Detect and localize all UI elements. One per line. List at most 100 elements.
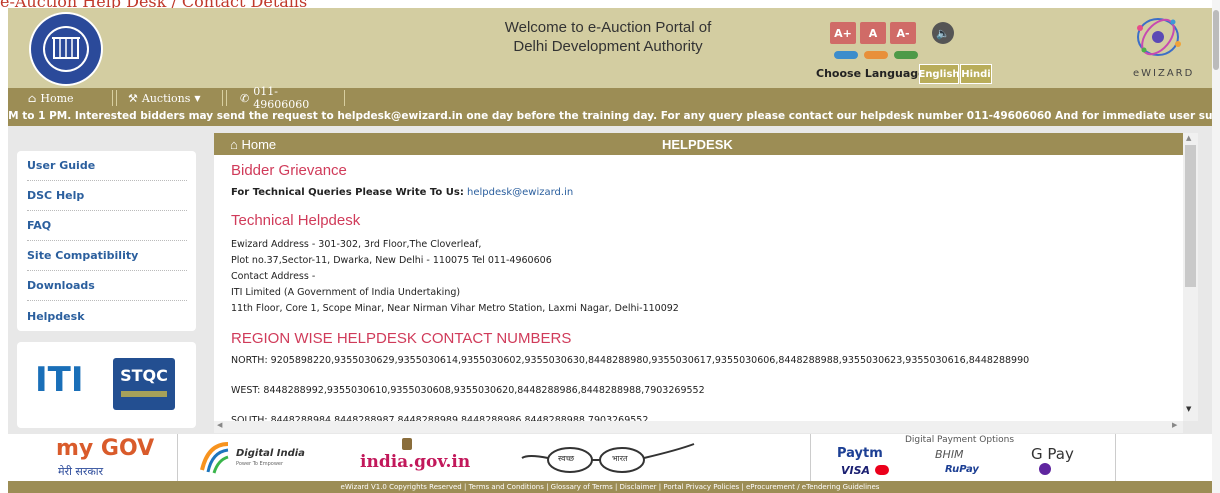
choose-language-label: Choose Language : bbox=[816, 67, 934, 80]
region-heading: REGION WISE HELPDESK CONTACT NUMBERS bbox=[231, 330, 572, 347]
nav-divider bbox=[116, 90, 117, 106]
gavel-icon: ⚒ bbox=[128, 91, 138, 105]
panel-home-link[interactable]: ⌂ Home bbox=[230, 137, 276, 152]
stqc-logo: STQC bbox=[113, 358, 175, 410]
sidebar-item-downloads[interactable]: Downloads bbox=[27, 271, 187, 301]
caret-down-icon: ▼ bbox=[194, 93, 201, 103]
theme-blue-button[interactable] bbox=[834, 51, 858, 59]
digital-india-text: Digital India bbox=[236, 448, 305, 459]
india-gov-logo[interactable]: india.gov.in bbox=[338, 438, 498, 478]
welcome-line-2: Delhi Development Authority bbox=[513, 38, 703, 55]
main-nav: ⌂ Home ⚒ Auctions ▼ ✆ 011-49606060 bbox=[8, 85, 1212, 111]
nav-phone[interactable]: ✆ 011-49606060 bbox=[230, 85, 342, 111]
address-line: Contact Address - bbox=[231, 271, 316, 282]
english-button[interactable]: English bbox=[918, 64, 960, 84]
mastercard-icon bbox=[875, 465, 889, 475]
payment-title: Digital Payment Options bbox=[905, 435, 1015, 445]
rupay-logo: RuPay bbox=[945, 464, 979, 475]
footer-logos: my GOV मेरी सरकार Digital India Power To… bbox=[8, 434, 1212, 481]
nav-divider bbox=[112, 90, 113, 106]
sidebar: User Guide DSC Help FAQ Site Compatibili… bbox=[17, 151, 196, 331]
top-strip-text: e-Auction Help Desk / Contact Details bbox=[0, 0, 307, 8]
partner-logos: ITI STQC bbox=[17, 342, 196, 428]
helpdesk-content: Bidder Grievance For Technical Queries P… bbox=[214, 155, 1183, 425]
font-decrease-button[interactable]: A- bbox=[890, 22, 916, 44]
ewizard-logo-icon bbox=[1137, 18, 1181, 56]
top-strip: e-Auction Help Desk / Contact Details bbox=[0, 0, 1220, 8]
phone-icon: ✆ bbox=[240, 91, 250, 105]
announcement-ticker: AM to 1 PM. Interested bidders may send … bbox=[8, 108, 1212, 126]
mygov-hindi-text: मेरी सरकार bbox=[58, 465, 104, 478]
panel-vertical-scrollbar[interactable]: ▲ ▼ bbox=[1183, 133, 1198, 421]
digital-india-logo[interactable]: Digital India Power To Empower bbox=[198, 440, 328, 476]
west-numbers: WEST: 8448288992,9355030610,9355030608,9… bbox=[231, 385, 705, 396]
scroll-right-arrow-icon[interactable]: ▶ bbox=[1172, 421, 1177, 429]
stqc-logo-strip bbox=[121, 391, 167, 397]
sidebar-item-site-compatibility[interactable]: Site Compatibility bbox=[27, 241, 187, 271]
address-line: ITI Limited (A Government of India Under… bbox=[231, 287, 461, 298]
gpay-logo: G Pay bbox=[1031, 445, 1074, 463]
panel-home-label: Home bbox=[241, 137, 277, 152]
welcome-title: Welcome to e-Auction Portal of Delhi Dev… bbox=[368, 18, 848, 56]
mygov-logo-text: my GOV bbox=[56, 436, 155, 461]
gov-logos-strip: Digital India Power To Empower india.gov… bbox=[178, 434, 818, 481]
home-icon: ⌂ bbox=[230, 137, 238, 152]
north-numbers: NORTH: 9205898220,9355030629,9355030614,… bbox=[231, 355, 1030, 366]
stqc-logo-text: STQC bbox=[120, 366, 168, 385]
visa-logo: VISA bbox=[841, 464, 871, 477]
ticker-text: AM to 1 PM. Interested bidders may send … bbox=[8, 110, 1212, 122]
paytm-logo: Paytm bbox=[837, 446, 883, 461]
swachh-bharat-logo[interactable]: स्वच्छ भारत bbox=[518, 440, 698, 476]
bhim-logo: BHIM bbox=[935, 448, 964, 461]
nav-divider bbox=[222, 90, 223, 106]
page-scroll-thumb[interactable] bbox=[1213, 10, 1219, 70]
panel-horizontal-scrollbar[interactable]: ◀ ▶ bbox=[214, 421, 1183, 433]
page-scrollbar[interactable] bbox=[1212, 0, 1220, 493]
digital-india-tagline: Power To Empower bbox=[236, 461, 284, 467]
nav-home-label: Home bbox=[40, 91, 74, 105]
panel-header: ⌂ Home HELPDESK bbox=[214, 133, 1183, 155]
scroll-down-arrow-icon[interactable]: ▼ bbox=[1186, 405, 1191, 413]
sidebar-item-dsc-help[interactable]: DSC Help bbox=[27, 181, 187, 211]
address-line: Ewizard Address - 301-302, 3rd Floor,The… bbox=[231, 239, 482, 250]
theme-orange-button[interactable] bbox=[864, 51, 888, 59]
digital-payment-options: Digital Payment Options Paytm BHIM G Pay… bbox=[810, 434, 1116, 481]
hindi-button[interactable]: Hindi bbox=[960, 64, 992, 84]
scroll-left-arrow-icon[interactable]: ◀ bbox=[217, 421, 222, 429]
tech-queries-label: For Technical Queries Please Write To Us… bbox=[231, 187, 464, 198]
india-gov-text: india.gov.in bbox=[360, 452, 471, 472]
nav-divider bbox=[344, 90, 345, 106]
tech-queries-email[interactable]: helpdesk@ewizard.in bbox=[467, 187, 573, 198]
digital-india-icon bbox=[200, 442, 229, 474]
nav-auctions[interactable]: ⚒ Auctions ▼ bbox=[118, 88, 218, 108]
scroll-up-arrow-icon[interactable]: ▲ bbox=[1186, 134, 1191, 142]
bidder-grievance-heading: Bidder Grievance bbox=[231, 162, 347, 179]
address-line: Plot no.37,Sector-11, Dwarka, New Delhi … bbox=[231, 255, 552, 266]
scroll-thumb[interactable] bbox=[1185, 145, 1196, 287]
nav-auctions-label: Auctions bbox=[141, 91, 191, 105]
copyright-bar: eWizard V1.0 Copyrights Reserved | Terms… bbox=[8, 481, 1212, 493]
font-increase-button[interactable]: A+ bbox=[830, 22, 856, 44]
swachh-text: स्वच्छ bbox=[558, 454, 575, 463]
emblem-icon bbox=[402, 438, 412, 450]
font-normal-button[interactable]: A bbox=[860, 22, 886, 44]
header: Welcome to e-Auction Portal of Delhi Dev… bbox=[8, 8, 1212, 88]
theme-green-button[interactable] bbox=[894, 51, 918, 59]
sidebar-item-user-guide[interactable]: User Guide bbox=[27, 151, 187, 181]
iti-logo: ITI bbox=[35, 360, 84, 400]
speaker-icon[interactable]: 🔈 bbox=[932, 22, 954, 44]
sidebar-item-helpdesk[interactable]: Helpdesk bbox=[27, 301, 187, 331]
glasses-icon bbox=[521, 443, 695, 473]
dda-emblem-icon bbox=[29, 12, 103, 86]
phonepe-icon bbox=[1039, 463, 1051, 475]
home-icon: ⌂ bbox=[28, 91, 37, 105]
address-line: 11th Floor, Core 1, Scope Minar, Near Ni… bbox=[231, 303, 679, 314]
sidebar-item-faq[interactable]: FAQ bbox=[27, 211, 187, 241]
nav-divider bbox=[226, 90, 227, 106]
bharat-text: भारत bbox=[612, 454, 628, 463]
panel-title: HELPDESK bbox=[662, 137, 733, 152]
ewizard-brand: eWIZARD bbox=[1133, 68, 1195, 79]
mygov-logo[interactable]: my GOV मेरी सरकार bbox=[8, 434, 178, 481]
technical-helpdesk-heading: Technical Helpdesk bbox=[231, 212, 361, 229]
nav-home[interactable]: ⌂ Home bbox=[18, 88, 110, 108]
